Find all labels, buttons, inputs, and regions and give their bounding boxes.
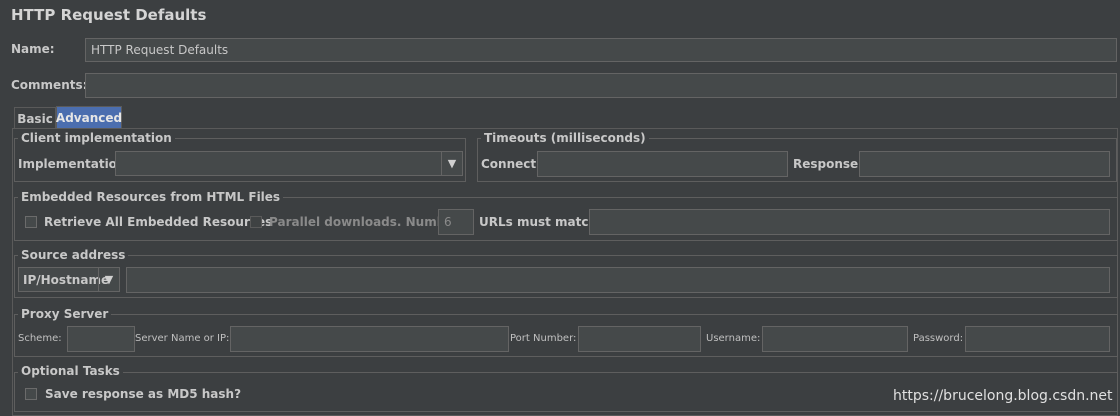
chevron-down-icon[interactable]: ▼ <box>441 152 462 175</box>
name-value: HTTP Request Defaults <box>91 43 229 57</box>
password-label: Password: <box>913 333 964 344</box>
retrieve-embedded-label: Retrieve All Embedded Resources <box>44 215 273 229</box>
source-type-value: IP/Hostname <box>23 272 110 287</box>
md5-hash-label: Save response as MD5 hash? <box>45 387 242 401</box>
page-title: HTTP Request Defaults <box>11 6 207 24</box>
chevron-down-icon[interactable]: ▼ <box>98 268 119 291</box>
comments-field[interactable] <box>85 73 1117 98</box>
source-address-title: Source address <box>18 248 129 262</box>
urls-match-field[interactable] <box>589 209 1110 235</box>
scheme-label: Scheme: <box>18 333 62 344</box>
server-name-field[interactable] <box>230 326 509 352</box>
parallel-number-value: 6 <box>444 215 452 229</box>
optional-tasks-title: Optional Tasks <box>18 364 123 378</box>
username-label: Username: <box>706 333 761 344</box>
parallel-downloads-label: Parallel downloads. Number: <box>269 215 465 229</box>
source-type-select[interactable]: IP/Hostname ▼ <box>18 267 120 292</box>
port-number-field[interactable] <box>578 326 701 352</box>
implementation-label: Implementation: <box>18 157 131 171</box>
client-implementation-title: Client implementation <box>18 131 175 145</box>
connect-field[interactable] <box>537 151 788 177</box>
response-label: Response: <box>793 157 863 171</box>
source-address-field[interactable] <box>126 267 1110 293</box>
port-number-label: Port Number: <box>510 333 577 344</box>
response-field[interactable] <box>859 151 1110 177</box>
tab-basic[interactable]: Basic <box>14 107 56 129</box>
implementation-select[interactable]: ▼ <box>115 151 463 176</box>
retrieve-embedded-checkbox[interactable] <box>25 216 37 228</box>
username-field[interactable] <box>762 326 908 352</box>
urls-match-label: URLs must match: <box>479 215 602 229</box>
scheme-field[interactable] <box>67 326 135 352</box>
connect-label: Connect: <box>481 157 541 171</box>
tab-basic-label: Basic <box>17 111 53 126</box>
proxy-server-title: Proxy Server <box>18 307 112 321</box>
embedded-resources-title: Embedded Resources from HTML Files <box>18 190 284 204</box>
parallel-downloads-checkbox[interactable] <box>250 216 262 228</box>
parallel-number-field[interactable]: 6 <box>438 209 474 235</box>
md5-hash-checkbox[interactable] <box>25 388 37 400</box>
watermark: https://brucelong.blog.csdn.net <box>893 388 1113 404</box>
server-name-label: Server Name or IP: <box>135 333 230 344</box>
timeouts-title: Timeouts (milliseconds) <box>481 131 649 145</box>
name-label: Name: <box>11 42 55 56</box>
comments-label: Comments: <box>11 78 88 92</box>
password-field[interactable] <box>965 326 1110 352</box>
tab-advanced[interactable]: Advanced <box>56 106 122 129</box>
tab-advanced-label: Advanced <box>55 111 123 125</box>
name-field[interactable]: HTTP Request Defaults <box>85 38 1117 62</box>
